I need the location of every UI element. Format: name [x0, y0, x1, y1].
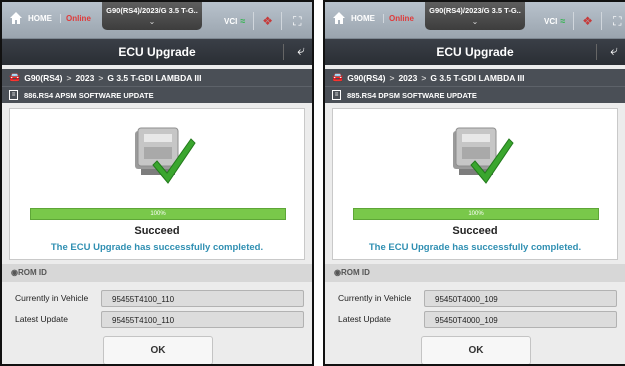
connection-status: Online	[60, 13, 91, 23]
connection-status: Online	[383, 13, 414, 23]
upgrade-result-area: 100% Succeed The ECU Upgrade has success…	[332, 108, 618, 260]
rom-row-latest: Latest Update 95455T4100_110	[2, 307, 312, 331]
breadcrumb-model: G90(RS4)	[347, 72, 386, 83]
rom-id-title: ROM ID	[17, 268, 47, 277]
progress-bar: 100%	[353, 208, 599, 220]
breadcrumb-separator: >	[389, 72, 395, 83]
update-item-bar: ≡ 886.RS4 APSM SOFTWARE UPDATE	[2, 86, 312, 103]
breadcrumb-separator: >	[66, 72, 72, 83]
divider	[253, 12, 255, 30]
document-icon: ≡	[332, 90, 341, 100]
latest-value-field: 95455T4100_110	[101, 310, 304, 328]
title-bar: ECU Upgrade ⤶	[325, 39, 625, 65]
back-arrow-icon[interactable]: ⤶	[610, 42, 618, 59]
ecu-upgrade-panel-dpsm: HOME Online G90(RS4)/2023/G 3.5 T-G.. ⌄ …	[323, 0, 625, 366]
document-icon: ≡	[9, 90, 18, 100]
breadcrumb-engine: G 3.5 T-GDI LAMBDA III	[430, 72, 525, 83]
expand-icon[interactable]: ⛶	[613, 14, 621, 29]
top-bar: HOME Online G90(RS4)/2023/G 3.5 T-G.. ⌄ …	[325, 2, 625, 39]
latest-label: Latest Update	[338, 314, 391, 324]
chevron-down-icon: ⌄	[148, 17, 156, 26]
divider	[596, 44, 597, 60]
back-arrow-icon[interactable]: ⤶	[297, 42, 305, 59]
vci-connection-icon: ≈	[240, 16, 246, 26]
globe-icon[interactable]: ❖	[582, 14, 593, 28]
vci-connection-icon: ≈	[560, 16, 566, 26]
globe-icon[interactable]: ❖	[262, 14, 273, 28]
progress-label: 100%	[468, 211, 484, 217]
breadcrumb-model: G90(RS4)	[24, 72, 63, 83]
chevron-down-icon: ⌄	[471, 17, 479, 26]
page-title: ECU Upgrade	[118, 45, 196, 59]
ecu-module-icon	[453, 127, 514, 184]
breadcrumb-year: 2023	[398, 72, 418, 83]
current-value-field: 95450T4000_109	[424, 289, 617, 307]
top-bar: HOME Online G90(RS4)/2023/G 3.5 T-G.. ⌄ …	[2, 2, 312, 39]
home-label: HOME	[351, 13, 375, 23]
current-value-field: 95455T4100_110	[101, 289, 304, 307]
rom-id-header: ◉ROM ID	[2, 264, 312, 282]
breadcrumb-engine: G 3.5 T-GDI LAMBDA III	[107, 72, 202, 83]
divider	[573, 12, 575, 30]
completion-message: The ECU Upgrade has successfully complet…	[368, 242, 582, 253]
ecu-upgrade-panel-apsm: HOME Online G90(RS4)/2023/G 3.5 T-G.. ⌄ …	[0, 0, 314, 366]
ok-button[interactable]: OK	[103, 336, 213, 364]
home-button[interactable]: HOME Online	[8, 10, 91, 26]
divider	[281, 12, 283, 30]
rom-id-header: ◉ROM ID	[325, 264, 625, 282]
current-label: Currently in Vehicle	[15, 293, 89, 303]
update-item-label: 886.RS4 APSM SOFTWARE UPDATE	[24, 90, 154, 100]
page-title: ECU Upgrade	[436, 45, 514, 59]
vehicle-selector-tab[interactable]: G90(RS4)/2023/G 3.5 T-G.. ⌄	[102, 2, 202, 30]
divider	[283, 44, 284, 60]
breadcrumb: 🚘 G90(RS4) > 2023 > G 3.5 T-GDI LAMBDA I…	[2, 69, 312, 86]
update-item-bar: ≡ 885.RS4 DPSM SOFTWARE UPDATE	[325, 86, 625, 103]
breadcrumb-year: 2023	[75, 72, 95, 83]
car-icon: 🚘	[9, 72, 21, 82]
vci-label: VCI	[224, 16, 238, 26]
completion-message: The ECU Upgrade has successfully complet…	[50, 242, 264, 253]
current-label: Currently in Vehicle	[338, 293, 412, 303]
breadcrumb: 🚘 G90(RS4) > 2023 > G 3.5 T-GDI LAMBDA I…	[325, 69, 625, 86]
vehicle-info: G90(RS4)/2023/G 3.5 T-G..	[106, 6, 198, 15]
home-icon	[333, 12, 345, 24]
vci-status[interactable]: VCI ≈ ❖ ⛶	[544, 12, 621, 30]
breadcrumb-separator: >	[421, 72, 427, 83]
latest-value-field: 95450T4000_109	[424, 310, 617, 328]
vci-label: VCI	[544, 16, 558, 26]
status-text: Succeed	[134, 225, 180, 237]
update-item-label: 885.RS4 DPSM SOFTWARE UPDATE	[347, 90, 477, 100]
ecu-module-icon	[135, 127, 196, 184]
vci-status[interactable]: VCI ≈ ❖ ⛶	[224, 12, 301, 30]
progress-label: 100%	[150, 211, 166, 217]
vehicle-selector-tab[interactable]: G90(RS4)/2023/G 3.5 T-G.. ⌄	[425, 2, 525, 30]
home-icon	[10, 12, 22, 24]
latest-label: Latest Update	[15, 314, 68, 324]
rom-id-title: ROM ID	[340, 268, 370, 277]
home-button[interactable]: HOME Online	[331, 10, 414, 26]
vehicle-info: G90(RS4)/2023/G 3.5 T-G..	[429, 6, 521, 15]
ok-button[interactable]: OK	[421, 336, 531, 364]
status-text: Succeed	[452, 225, 498, 237]
divider	[601, 12, 603, 30]
title-bar: ECU Upgrade ⤶	[2, 39, 312, 65]
car-icon: 🚘	[332, 72, 344, 82]
progress-bar: 100%	[30, 208, 286, 220]
home-label: HOME	[28, 13, 52, 23]
breadcrumb-separator: >	[98, 72, 104, 83]
rom-row-latest: Latest Update 95450T4000_109	[325, 307, 625, 331]
upgrade-result-area: 100% Succeed The ECU Upgrade has success…	[9, 108, 305, 260]
expand-icon[interactable]: ⛶	[293, 14, 301, 29]
